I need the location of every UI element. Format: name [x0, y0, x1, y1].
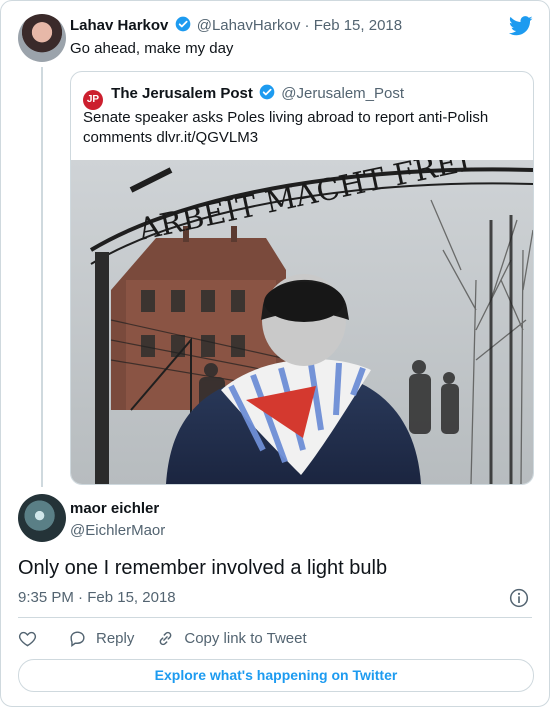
reply-button[interactable]: Reply [68, 629, 134, 648]
author-name[interactable]: Lahav Harkov [70, 17, 168, 34]
tweet-date[interactable]: Feb 15, 2018 [314, 17, 402, 34]
copy-link-button[interactable]: Copy link to Tweet [156, 629, 307, 648]
reply-icon [70, 631, 85, 648]
divider [18, 617, 532, 618]
quoted-tweet[interactable]: JP The Jerusalem Post @Jerusalem_Post Se… [70, 71, 534, 485]
auschwitz-gate-photo[interactable]: ARBEIT MACHT FREI [71, 160, 533, 484]
tweet-actions: Reply Copy link to Tweet [18, 629, 329, 648]
link-icon [159, 631, 172, 646]
verified-badge-icon [259, 84, 275, 100]
twitter-bird-icon[interactable] [509, 15, 533, 37]
heart-icon [18, 631, 37, 647]
thread-line [41, 67, 43, 487]
avatar[interactable] [18, 494, 66, 542]
reply-label: Reply [96, 630, 135, 647]
reply-author-name[interactable]: maor eichler [70, 500, 159, 517]
jerusalem-post-logo: JP [83, 90, 103, 110]
tweet-time: 9:35 PM [18, 589, 74, 606]
tweet-date: Feb 15, 2018 [87, 589, 176, 606]
reply-author-handle[interactable]: @EichlerMaor [70, 522, 165, 539]
copy-link-label: Copy link to Tweet [184, 630, 307, 647]
verified-badge-icon [175, 16, 190, 32]
quoted-author-name[interactable]: The Jerusalem Post [111, 85, 253, 102]
quoted-tweet-header: JP The Jerusalem Post @Jerusalem_Post [83, 84, 404, 110]
tweet-text: Go ahead, make my day [70, 40, 234, 57]
avatar[interactable] [18, 14, 66, 62]
author-handle[interactable]: @LahavHarkov [197, 17, 301, 34]
explore-twitter-button[interactable]: Explore what's happening on Twitter [18, 659, 534, 692]
quoted-tweet-text: Senate speaker asks Poles living abroad … [83, 109, 489, 146]
separator: · [78, 589, 84, 606]
tweet-timestamp[interactable]: 9:35 PM · Feb 15, 2018 [18, 589, 176, 606]
like-button[interactable] [18, 629, 46, 648]
tweet-embed-card: Lahav Harkov @LahavHarkov · Feb 15, 2018… [0, 0, 550, 707]
tweet-header: Lahav Harkov @LahavHarkov · Feb 15, 2018 [70, 16, 402, 34]
info-icon[interactable] [509, 588, 529, 608]
separator: · [304, 17, 310, 34]
quoted-author-handle[interactable]: @Jerusalem_Post [281, 85, 404, 102]
reply-text: Only one I remember involved a light bul… [18, 557, 388, 579]
